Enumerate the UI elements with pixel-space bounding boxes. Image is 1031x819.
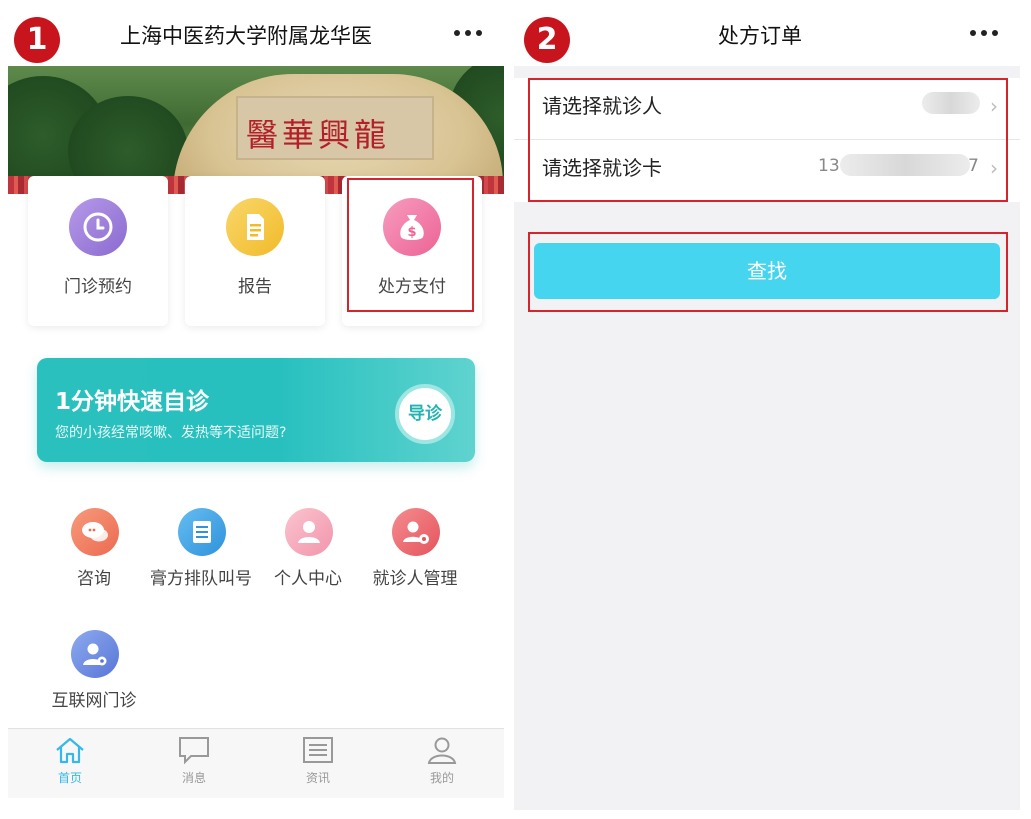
user-icon [285, 508, 333, 556]
triage-button[interactable]: 导诊 [395, 384, 455, 444]
step-badge-1: 1 [14, 17, 60, 63]
right-screen: 处方订单 请选择就诊人 › 请选择就诊卡 13 7 › 查找 [514, 0, 1020, 810]
card-prescription-payment[interactable]: $ 处方支付 [342, 176, 482, 326]
profile-icon [427, 737, 457, 764]
grid-item-consult[interactable]: 咨询 [34, 508, 154, 598]
tab-news[interactable]: 资讯 [278, 735, 358, 795]
tab-messages[interactable]: 消息 [154, 735, 234, 795]
grid-item-patient-management[interactable]: 就诊人管理 [355, 508, 475, 598]
tab-label: 我的 [429, 771, 454, 785]
masked-patient-name [922, 92, 980, 114]
svg-text:$: $ [407, 225, 416, 240]
grid-item-label: 膏方排队叫号 [150, 569, 252, 589]
grid-item-internet-clinic[interactable]: 互联网门诊 [34, 630, 154, 720]
card-report[interactable]: 报告 [185, 176, 325, 326]
grid-item-label: 就诊人管理 [372, 569, 458, 589]
money-bag-icon: $ [383, 198, 441, 256]
panel-divider [506, 0, 512, 819]
card-outpatient-appointment[interactable]: 门诊预约 [28, 176, 168, 326]
search-button[interactable]: 查找 [534, 243, 1000, 299]
grid-item-queue-number[interactable]: 膏方排队叫号 [141, 508, 261, 598]
step-badge-2: 2 [524, 17, 570, 63]
banner-calligraphy: 醫華興龍 [246, 116, 391, 154]
user-settings-icon [392, 508, 440, 556]
row-label: 请选择就诊卡 [542, 156, 662, 180]
masked-card-number [840, 154, 970, 176]
select-card-row[interactable]: 请选择就诊卡 13 7 › [514, 140, 1020, 202]
grid-item-label: 咨询 [77, 569, 111, 589]
news-icon [303, 737, 333, 763]
home-icon [56, 737, 84, 764]
card-label: 报告 [238, 277, 272, 297]
tab-home[interactable]: 首页 [30, 735, 110, 795]
tab-label: 首页 [57, 771, 82, 785]
doctor-icon [71, 630, 119, 678]
page-title: 处方订单 [718, 24, 802, 48]
left-screen: 上海中医药大学附属龙华医 醫華興龍 门诊预约 报告 $ 处方支付 1分钟快速自诊… [8, 0, 504, 810]
list-icon [178, 508, 226, 556]
tab-label: 资讯 [305, 771, 330, 785]
quick-self-diagnosis-banner[interactable]: 1分钟快速自诊 您的小孩经常咳嗽、发热等不适问题? 导诊 [37, 358, 475, 462]
selection-list: 请选择就诊人 › 请选择就诊卡 13 7 › [514, 78, 1020, 202]
grid-item-label: 个人中心 [274, 569, 342, 589]
right-top-bar: 处方订单 [514, 0, 1020, 66]
grid-item-label: 互联网门诊 [51, 691, 137, 711]
row-label: 请选择就诊人 [542, 94, 662, 118]
card-number-suffix: 7 [968, 156, 979, 176]
select-patient-row[interactable]: 请选择就诊人 › [514, 78, 1020, 140]
card-label: 处方支付 [378, 277, 446, 297]
grid-item-personal-center[interactable]: 个人中心 [248, 508, 368, 598]
bottom-tab-bar: 首页 消息 资讯 我的 [8, 728, 504, 798]
chat-icon [71, 508, 119, 556]
stone-plaque: 醫華興龍 [236, 96, 434, 160]
promo-title: 1分钟快速自诊 [55, 389, 210, 415]
left-top-bar: 上海中医药大学附属龙华医 [8, 0, 504, 66]
tab-mine[interactable]: 我的 [402, 735, 482, 795]
page-title: 上海中医药大学附属龙华医 [120, 24, 372, 48]
more-options-icon[interactable] [970, 30, 998, 38]
clock-icon [69, 198, 127, 256]
card-number-prefix: 13 [818, 156, 840, 176]
promo-subtitle: 您的小孩经常咳嗽、发热等不适问题? [55, 425, 287, 441]
tab-label: 消息 [181, 771, 206, 785]
hospital-banner: 醫華興龍 [8, 66, 504, 194]
chevron-right-icon: › [990, 94, 998, 118]
message-icon [179, 737, 209, 765]
chevron-right-icon: › [990, 156, 998, 180]
card-label: 门诊预约 [64, 277, 132, 297]
document-icon [226, 198, 284, 256]
more-options-icon[interactable] [454, 30, 482, 38]
